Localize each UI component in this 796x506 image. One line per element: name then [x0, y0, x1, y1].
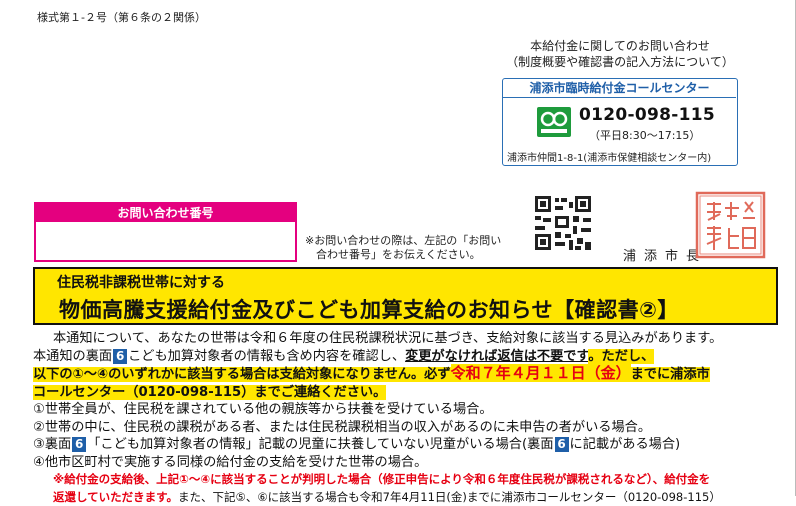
banner-title: 物価高騰支援給付金及びこども加算支給のお知らせ【確認書②】 [59, 294, 679, 324]
p2-text-b: こども加算対象者の情報も含め内容を確認し、 [128, 349, 405, 364]
inquiry-line-2: （制度概要や確認書の記入方法について） [500, 54, 740, 70]
item3-text-c: に記載がある場合) [570, 437, 681, 452]
condition-item-1: ①世帯全員が、住民税を課されている他の親族等から扶養を受けている場合。 [33, 401, 778, 419]
inquiry-number-label: お問い合わせ番号 [36, 204, 295, 222]
banner-subtitle: 住民税非課税世帯に対する [57, 272, 225, 292]
body-paragraph-3: 以下の①～④のいずれかに該当する場合は支給対象になりません。必ず令和７年４月１１… [33, 365, 778, 384]
condition-item-2: ②世帯の中に、住民税の課税がある者、または住民税課税相当の収入があるのに未申告の… [33, 419, 778, 437]
warning-line-2: 返還していただきます。また、下記⑤、⑥に該当する場合も令和7年4月11日(金)ま… [33, 489, 778, 506]
inquiry-number-note: ※お問い合わせの際は、左記の「お問い 合わせ番号」をお伝えください。 [305, 234, 525, 262]
item3-text-a: ③裏面 [33, 437, 71, 452]
body-paragraph-2: 本通知の裏面6こども加算対象者の情報も含め内容を確認し、変更がなければ返信は不要… [33, 348, 778, 366]
body-paragraph-4: コールセンター（0120-098-115）までご連絡ください。 [33, 384, 778, 402]
p3-text-b: までに浦添市 [631, 367, 710, 382]
inquiry-line-1: 本給付金に関してのお問い合わせ [500, 38, 740, 54]
body-paragraph-1: 本通知について、あなたの世帯は令和６年度の住民税課税状況に基づき、支給対象に該当… [33, 330, 778, 348]
call-center-hours: （平日8:30～17:15） [589, 127, 700, 143]
form-code: 様式第１-２号（第６条の２関係） [37, 9, 206, 25]
warning-line-1: ※給付金の支給後、上記①～④に該当することが判明した場合（修正申告により令和６年… [33, 471, 778, 489]
item3-text-b: 「こども加算対象者の情報」記載の児童に扶養していない児童がいる場合(裏面 [87, 437, 553, 452]
deadline-date: 令和７年４月１１日（金） [451, 364, 631, 382]
section-6-mark: 6 [72, 437, 86, 452]
call-center-name: 浦添市臨時給付金コールセンター [503, 79, 736, 98]
p2-text-a: 本通知の裏面 [33, 349, 112, 364]
condition-item-3: ③裏面6「こども加算対象者の情報」記載の児童に扶養していない児童がいる場合(裏面… [33, 436, 778, 454]
p4-text: コールセンター（0120-098-115）までご連絡ください。 [33, 385, 386, 400]
qr-code-icon[interactable] [527, 192, 607, 254]
call-center-phone[interactable]: 0120-098-115 [579, 105, 715, 125]
call-center-address: 浦添市仲間1-8-1(浦添市保健相談センター内) [507, 149, 711, 164]
inquiry-note-line-2: 合わせ番号」をお伝えください。 [305, 248, 525, 262]
section-6-mark: 6 [555, 437, 569, 452]
condition-item-4: ④他市区町村で実施する同様の給付金の支給を受けた世帯の場合。 [33, 454, 778, 472]
p3-text-a: 以下の①～④のいずれかに該当する場合は支給対象になりません。必ず [33, 367, 451, 382]
free-dial-icon [537, 107, 571, 137]
inquiry-number-box: お問い合わせ番号 [34, 202, 297, 262]
inquiry-note-line-1: ※お問い合わせの際は、左記の「お問い [305, 234, 525, 248]
warning-return-text: 返還していただきます。 [53, 490, 178, 504]
inquiry-heading: 本給付金に関してのお問い合わせ （制度概要や確認書の記入方法について） [500, 38, 740, 70]
p2-text-d: 。ただし、 [588, 349, 654, 364]
title-banner: 住民税非課税世帯に対する 物価高騰支援給付金及びこども加算支給のお知らせ【確認書… [33, 267, 778, 325]
official-seal-icon [693, 190, 768, 260]
warning-line-2-rest: また、下記⑤、⑥に該当する場合も令和7年4月11日(金)までに浦添市コールセンタ… [178, 490, 721, 504]
p2-no-reply-needed: 変更がなければ返信は不要です [405, 349, 588, 364]
section-6-mark: 6 [113, 349, 127, 364]
notice-body: 本通知について、あなたの世帯は令和６年度の住民税課税状況に基づき、支給対象に該当… [33, 330, 778, 506]
call-center-box: 浦添市臨時給付金コールセンター 0120-098-115 （平日8:30～17:… [502, 78, 738, 166]
